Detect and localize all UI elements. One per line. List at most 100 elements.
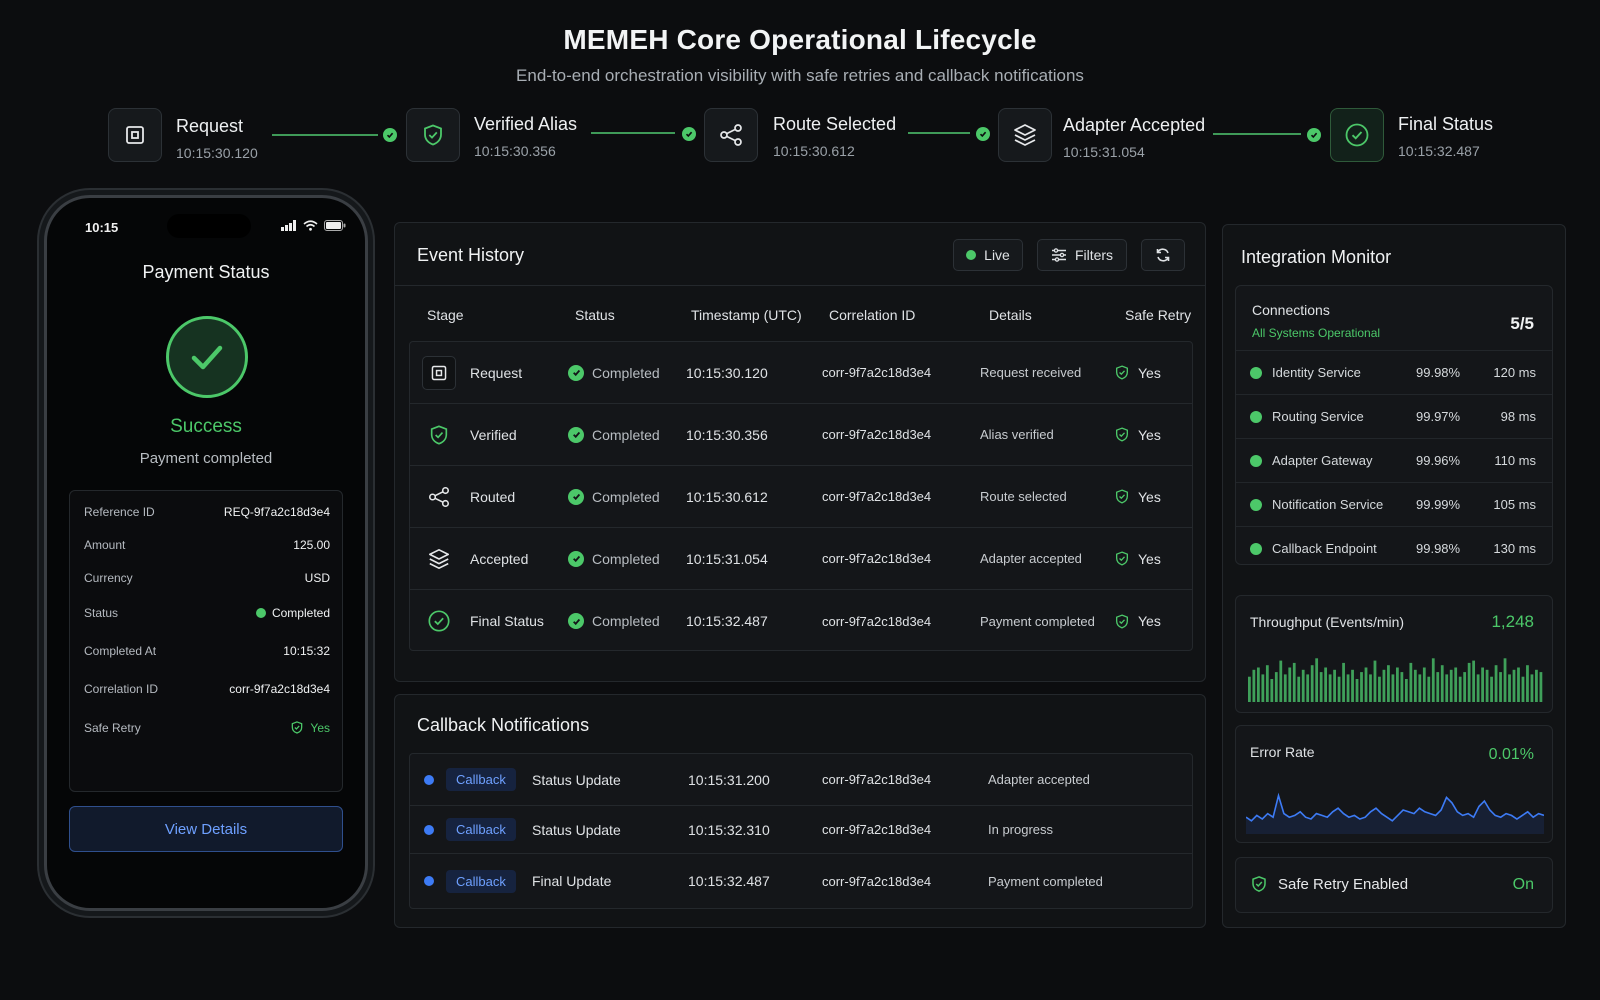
throughput-bar <box>1481 667 1484 702</box>
integration-monitor-panel: Integration Monitor Connections All Syst… <box>1222 224 1566 928</box>
list-item[interactable]: Callback Status Update 10:15:32.310 corr… <box>410 806 1192 854</box>
pipeline-connector <box>591 132 675 134</box>
safe-retry-cell: Yes <box>1138 550 1161 567</box>
callback-table: Callback Status Update 10:15:31.200 corr… <box>409 753 1193 909</box>
throughput-bar <box>1454 667 1458 702</box>
pipeline-step-adapter-accepted[interactable] <box>998 108 1052 162</box>
pipeline-step-route-selected[interactable] <box>704 108 758 162</box>
throughput-bar <box>1539 672 1543 702</box>
table-row[interactable]: Final Status Completed 10:15:32.487 corr… <box>410 590 1192 652</box>
status-dot-icon <box>1250 542 1262 555</box>
column-header-stage: Stage <box>427 307 464 323</box>
service-row-callback-endpoint[interactable]: Callback Endpoint 99.98% 130 ms <box>1236 526 1552 570</box>
throughput-bar <box>1445 674 1449 702</box>
completed-check-icon <box>568 488 584 505</box>
detail-value: USD <box>304 571 330 585</box>
throughput-bar <box>1521 676 1525 702</box>
callback-details: Payment completed <box>988 873 1103 889</box>
error-rate-value: 0.01% <box>1488 746 1534 763</box>
filters-label: Filters <box>1074 247 1114 263</box>
connections-status: All Systems Operational <box>1252 326 1381 340</box>
safe-retry-value: Yes <box>290 720 330 735</box>
pipeline-step-time: 10:15:30.356 <box>474 143 556 159</box>
throughput-bar <box>1485 669 1489 702</box>
table-row[interactable]: Verified Completed 10:15:30.356 corr-9f7… <box>410 404 1192 466</box>
service-uptime: 99.98% <box>1416 541 1461 556</box>
throughput-bar <box>1342 662 1345 702</box>
throughput-bar <box>1283 674 1287 702</box>
filter-sliders-icon <box>1051 248 1066 262</box>
safe-retry-toggle-value[interactable]: On <box>1513 876 1534 894</box>
throughput-bar <box>1490 676 1493 702</box>
timestamp-cell: 10:15:30.612 <box>686 488 768 505</box>
status-cell: Completed <box>592 613 660 629</box>
safe-retry-card[interactable]: Safe Retry Enabled On <box>1235 857 1553 913</box>
list-item[interactable]: Callback Status Update 10:15:31.200 corr… <box>410 754 1192 806</box>
correlation-cell: corr-9f7a2c18d3e4 <box>822 489 932 504</box>
throughput-bar <box>1252 669 1256 702</box>
connector-check-icon <box>1307 128 1321 142</box>
shield-check-icon <box>1116 613 1128 629</box>
pipeline-step-request[interactable] <box>108 108 162 162</box>
status-cell: Completed <box>592 488 660 505</box>
list-item[interactable]: Callback Final Update 10:15:32.487 corr-… <box>410 854 1192 908</box>
service-row-routing[interactable]: Routing Service 99.97% 98 ms <box>1236 394 1552 438</box>
throughput-bar <box>1418 674 1422 702</box>
callback-timestamp: 10:15:31.200 <box>688 771 770 788</box>
view-details-button[interactable]: View Details <box>69 806 343 852</box>
success-label: Success <box>170 416 242 437</box>
throughput-bar <box>1458 676 1462 702</box>
throughput-bar <box>1274 672 1278 702</box>
stage-cell: Request <box>470 364 523 381</box>
filters-button[interactable]: Filters <box>1037 239 1127 271</box>
service-row-identity[interactable]: Identity Service 99.98% 120 ms <box>1236 350 1552 394</box>
status-value: Completed <box>255 606 330 620</box>
pipeline-step-verified-alias[interactable] <box>406 108 460 162</box>
throughput-bar <box>1265 665 1269 702</box>
table-row[interactable]: Request Completed 10:15:30.120 corr-9f7a… <box>410 342 1192 404</box>
phone-notch <box>167 214 251 238</box>
throughput-bar <box>1351 669 1354 702</box>
pipeline-step-final-status[interactable] <box>1330 108 1384 162</box>
status-dot-icon <box>1250 454 1262 467</box>
live-button[interactable]: Live <box>953 239 1023 271</box>
connector-check-icon <box>976 127 990 141</box>
details-cell: Alias verified <box>980 427 1054 442</box>
callback-type: Final Update <box>532 873 612 889</box>
throughput-bar <box>1270 679 1274 702</box>
throughput-bar <box>1346 674 1350 702</box>
throughput-bar <box>1364 667 1368 702</box>
signal-icon <box>281 220 296 231</box>
service-latency: 120 ms <box>1493 365 1536 380</box>
service-row-notification[interactable]: Notification Service 99.99% 105 ms <box>1236 482 1552 526</box>
details-cell: Payment completed <box>980 613 1095 629</box>
shield-check-icon <box>422 418 456 452</box>
payment-completed-label: Payment completed <box>139 450 273 467</box>
request-box-icon <box>126 126 144 144</box>
table-row[interactable]: Accepted Completed 10:15:31.054 corr-9f7… <box>410 528 1192 590</box>
detail-row-amount: Amount 125.00 <box>84 538 330 552</box>
pipeline-step-name: Final Status <box>1398 114 1494 134</box>
throughput-bar <box>1526 665 1529 702</box>
service-name: Routing Service <box>1272 409 1364 424</box>
detail-row-completed-at: Completed At 10:15:32 <box>84 644 330 658</box>
error-rate-card: Error Rate 0.01% <box>1235 725 1553 843</box>
integration-monitor-title: Integration Monitor <box>1241 247 1392 267</box>
throughput-bar <box>1315 658 1319 702</box>
service-latency: 130 ms <box>1493 541 1536 556</box>
event-history-panel: Event History Live Filters Stage Status … <box>394 222 1206 682</box>
safe-retry-cell: Yes <box>1138 488 1161 505</box>
throughput-bar <box>1476 674 1480 702</box>
service-uptime: 99.98% <box>1416 365 1461 380</box>
throughput-bar <box>1535 669 1538 702</box>
throughput-bar <box>1292 662 1296 702</box>
callback-badge: Callback <box>446 768 516 791</box>
detail-key: Safe Retry <box>84 720 141 735</box>
throughput-bar <box>1422 667 1426 702</box>
timestamp-cell: 10:15:32.487 <box>686 613 768 629</box>
pipeline-step-time: 10:15:30.612 <box>773 143 855 159</box>
service-row-adapter-gateway[interactable]: Adapter Gateway 99.96% 110 ms <box>1236 438 1552 482</box>
refresh-button[interactable] <box>1141 239 1185 271</box>
payment-details-card: Reference ID REQ-9f7a2c18d3e4 Amount 125… <box>69 490 343 792</box>
table-row[interactable]: Routed Completed 10:15:30.612 corr-9f7a2… <box>410 466 1192 528</box>
